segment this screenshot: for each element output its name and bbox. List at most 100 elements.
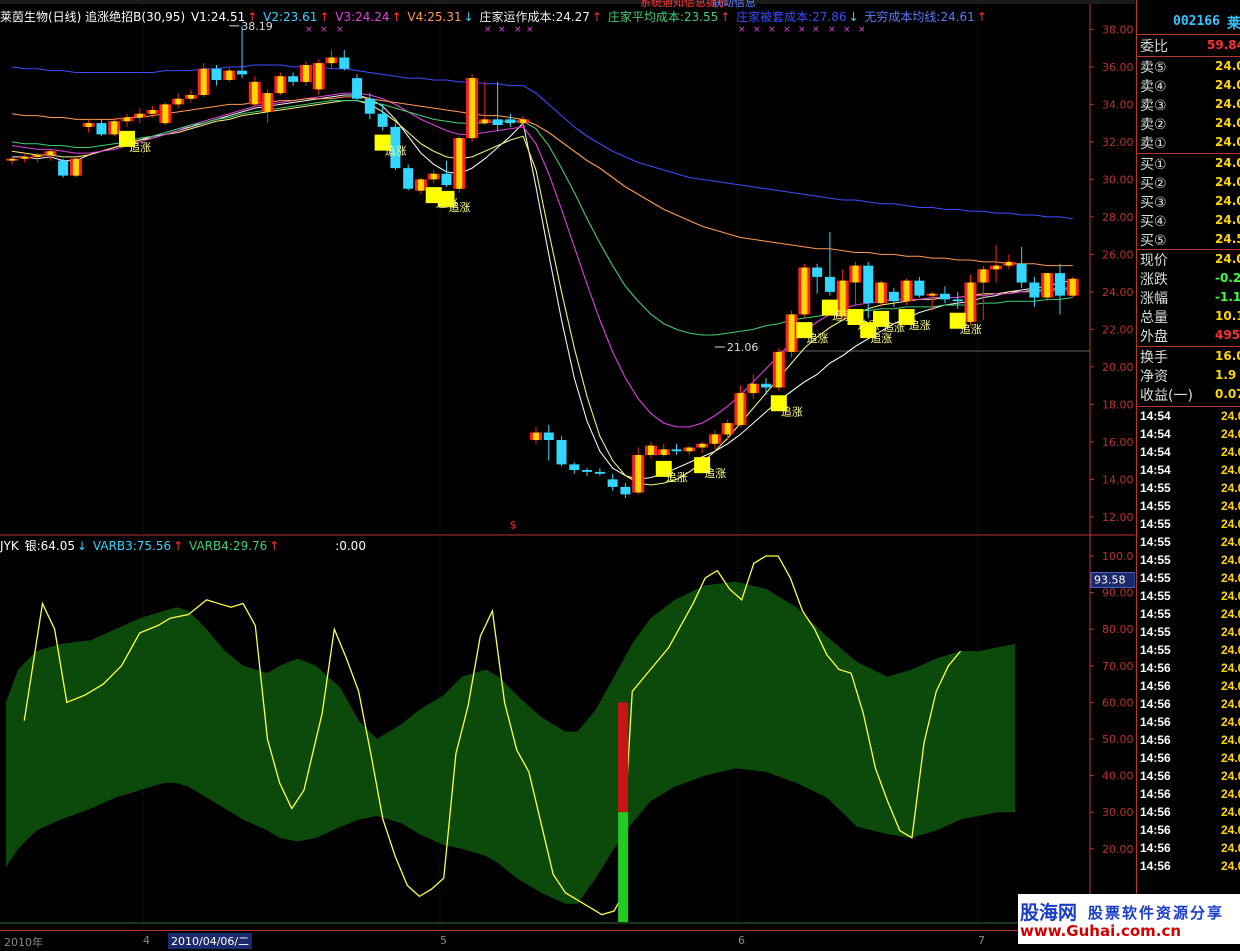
- tick-time: 14:55: [1140, 643, 1171, 657]
- candle-body: [594, 471, 605, 474]
- candle-body-highlight: [430, 173, 437, 180]
- candle-body: [377, 113, 388, 127]
- tick-price: 24.0: [1221, 481, 1240, 495]
- candle-body-highlight: [21, 156, 28, 159]
- candle-body: [939, 293, 950, 300]
- stat-value: 4950: [1215, 328, 1240, 342]
- stat-label: 外盘: [1140, 329, 1168, 345]
- tick-row: 14:56 24.0: [1137, 749, 1240, 767]
- sell-level: 卖② 24.0: [1137, 114, 1240, 133]
- candle-body-highlight: [226, 70, 233, 80]
- signal-dot: ×: [783, 25, 791, 35]
- candle-body: [620, 486, 631, 495]
- tick-time: 14:55: [1140, 571, 1171, 585]
- tick-time: 14:56: [1140, 787, 1171, 801]
- tick-row: 14:56 24.0: [1137, 659, 1240, 677]
- buy-level-value: 24.0: [1215, 175, 1240, 189]
- candle-body-highlight: [980, 269, 987, 283]
- tick-time: 14:56: [1140, 715, 1171, 729]
- sell-level-value: 24.0: [1215, 116, 1240, 130]
- candle-body-highlight: [149, 110, 156, 114]
- stat: 涨幅 -1.16: [1137, 288, 1240, 307]
- stock-code-row[interactable]: 002166 莱: [1137, 12, 1240, 32]
- signal-label: 追涨: [704, 466, 726, 480]
- buy-level-value: 24.5: [1215, 232, 1240, 246]
- candle-body-highlight: [328, 57, 335, 64]
- v3-arrow-icon: ↑: [391, 10, 402, 24]
- signal-dot: ×: [336, 25, 344, 35]
- tick-row: 14:55 24.0: [1137, 551, 1240, 569]
- candle-body: [582, 470, 593, 472]
- tick-row: 14:54 24.0: [1137, 443, 1240, 461]
- candle-body: [863, 265, 874, 304]
- cost4-value: 无穷成本均线:24.61: [864, 10, 975, 24]
- candle-body: [914, 280, 925, 296]
- candle-body: [761, 383, 772, 388]
- tick-price: 24.0: [1221, 589, 1240, 603]
- candle-body-highlight: [724, 423, 731, 435]
- signal-dot: ×: [843, 25, 851, 35]
- ind-v2-arrow-icon: ↑: [173, 539, 184, 553]
- candle-body: [352, 78, 363, 99]
- cost3-value: 庄家被套成本:27.86: [736, 10, 847, 24]
- v1-arrow-icon: ↑: [247, 10, 258, 24]
- candle-body: [952, 299, 963, 302]
- sell-level: 卖③ 24.0: [1137, 95, 1240, 114]
- price-legend: 莱茵生物(日线) 追涨绝招B(30,95) V1:24.51 ↑ V2:23.61…: [0, 8, 989, 25]
- tick-price: 24.0: [1221, 499, 1240, 513]
- tick-time: 14:55: [1140, 481, 1171, 495]
- date-label: 4: [143, 934, 150, 947]
- candle-body: [1054, 273, 1065, 296]
- sell-level: 卖④ 24.0: [1137, 76, 1240, 95]
- tick-price: 24.0: [1221, 859, 1240, 873]
- price-tick-label: 16.00: [1102, 436, 1134, 449]
- tick-row: 14:55 24.0: [1137, 497, 1240, 515]
- tick-price: 24.0: [1221, 607, 1240, 621]
- v4-value: V4:25.31: [407, 10, 462, 24]
- price-tick-label: 20.00: [1102, 361, 1134, 374]
- watermark-line1: 股海网: [1020, 902, 1078, 924]
- v4-arrow-icon: ↓: [463, 10, 474, 24]
- candle-body: [58, 160, 69, 176]
- price-tick-label: 36.00: [1102, 61, 1134, 74]
- cost2-arrow-icon: ↑: [720, 10, 731, 24]
- stat-value: 10.1: [1215, 309, 1240, 323]
- candle-body-highlight: [903, 280, 910, 302]
- signal-dot: ×: [484, 25, 492, 35]
- cost3-arrow-icon: ↓: [848, 10, 859, 24]
- candle-body: [556, 440, 567, 465]
- candle-body-highlight: [47, 151, 54, 155]
- candle-body: [569, 464, 580, 470]
- candle-body: [812, 267, 823, 277]
- candle-body-highlight: [635, 455, 642, 493]
- price-tick-label: 22.00: [1102, 323, 1134, 336]
- tick-row: 14:55 24.0: [1137, 605, 1240, 623]
- price-tick-label: 30.00: [1102, 173, 1134, 186]
- candle-body-highlight: [34, 155, 41, 157]
- stat-label: 收益(一): [1140, 388, 1193, 404]
- sell-level-value: 24.0: [1215, 135, 1240, 149]
- tick-price: 24.0: [1221, 697, 1240, 711]
- candle-body-highlight: [302, 65, 309, 82]
- tick-time: 14:56: [1140, 733, 1171, 747]
- tick-row: 14:56 24.0: [1137, 839, 1240, 857]
- watermark-logo: 股海网 股票软件资源分享 www.Guhai.com.cn: [1018, 894, 1240, 944]
- candle-body-highlight: [124, 117, 131, 122]
- stat-label: 涨幅: [1140, 291, 1168, 307]
- tick-row: 14:54 24.0: [1137, 407, 1240, 425]
- indicator-tick-label: 90.00: [1102, 587, 1134, 600]
- candle-up: [159, 102, 172, 125]
- price-tick-label: 24.00: [1102, 286, 1134, 299]
- stat-label: 涨跌: [1140, 272, 1168, 288]
- candle-body: [888, 291, 899, 302]
- candle-body-highlight: [200, 68, 207, 95]
- kline-chart[interactable]: 38.00 36.00 34.00 32.00 30.00 28.00 26.00 24.00…: [0, 0, 1135, 935]
- ind-v3-value: VARB4:29.76: [189, 539, 268, 553]
- stat-label: 换手: [1140, 350, 1168, 366]
- tick-price: 24.0: [1221, 823, 1240, 837]
- candle-body-highlight: [264, 93, 271, 112]
- tick-row: 14:55 24.0: [1137, 515, 1240, 533]
- candle-down: [58, 158, 69, 178]
- tick-time: 14:56: [1140, 769, 1171, 783]
- buy-level: 买① 24.0: [1137, 154, 1240, 173]
